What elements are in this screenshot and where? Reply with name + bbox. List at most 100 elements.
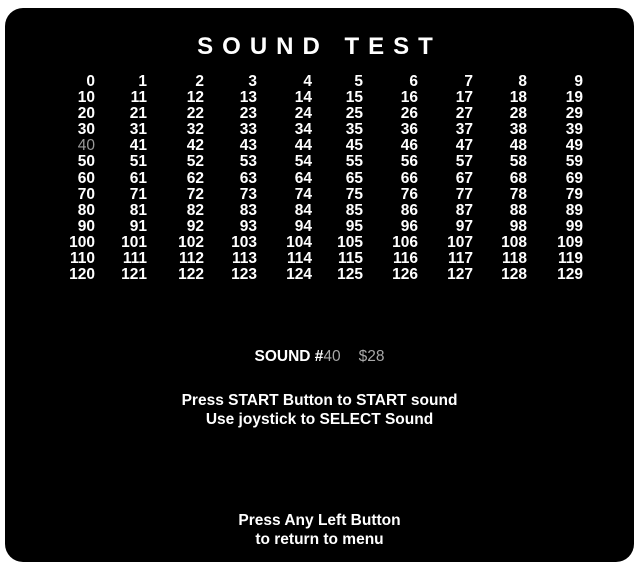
sound-number-31[interactable]: 31 (107, 122, 147, 138)
sound-number-105[interactable]: 105 (323, 234, 363, 251)
sound-number-127[interactable]: 127 (433, 267, 473, 283)
sound-number-42[interactable]: 42 (164, 138, 204, 154)
sound-number-12[interactable]: 12 (164, 90, 204, 106)
sound-number-125[interactable]: 125 (323, 267, 363, 283)
sound-number-47[interactable]: 47 (433, 138, 473, 154)
sound-number-48[interactable]: 48 (487, 138, 527, 154)
sound-number-49[interactable]: 49 (543, 138, 583, 154)
sound-number-25[interactable]: 25 (323, 106, 363, 122)
sound-number-57[interactable]: 57 (433, 154, 473, 170)
sound-number-41[interactable]: 41 (107, 138, 147, 154)
sound-number-34[interactable]: 34 (272, 122, 312, 138)
sound-number-115[interactable]: 115 (323, 251, 363, 267)
sound-number-46[interactable]: 46 (378, 138, 418, 154)
sound-number-58[interactable]: 58 (487, 154, 527, 170)
sound-number-88[interactable]: 88 (487, 202, 527, 219)
sound-number-60[interactable]: 60 (55, 170, 95, 187)
sound-number-104[interactable]: 104 (272, 234, 312, 251)
sound-number-67[interactable]: 67 (433, 170, 473, 187)
sound-number-99[interactable]: 99 (543, 218, 583, 235)
sound-number-74[interactable]: 74 (272, 186, 312, 203)
sound-number-79[interactable]: 79 (543, 186, 583, 203)
sound-number-86[interactable]: 86 (378, 202, 418, 219)
sound-number-78[interactable]: 78 (487, 186, 527, 203)
sound-number-75[interactable]: 75 (323, 186, 363, 203)
sound-number-18[interactable]: 18 (487, 90, 527, 106)
sound-number-3[interactable]: 3 (217, 74, 257, 90)
sound-number-91[interactable]: 91 (107, 218, 147, 235)
sound-number-5[interactable]: 5 (323, 74, 363, 90)
sound-number-38[interactable]: 38 (487, 122, 527, 138)
sound-number-98[interactable]: 98 (487, 218, 527, 235)
sound-number-110[interactable]: 110 (55, 251, 95, 267)
sound-number-118[interactable]: 118 (487, 251, 527, 267)
sound-number-100[interactable]: 100 (55, 234, 95, 251)
sound-number-24[interactable]: 24 (272, 106, 312, 122)
sound-number-55[interactable]: 55 (323, 154, 363, 170)
sound-number-63[interactable]: 63 (217, 170, 257, 187)
sound-number-33[interactable]: 33 (217, 122, 257, 138)
sound-number-121[interactable]: 121 (107, 267, 147, 283)
sound-number-16[interactable]: 16 (378, 90, 418, 106)
sound-number-13[interactable]: 13 (217, 90, 257, 106)
sound-number-15[interactable]: 15 (323, 90, 363, 106)
sound-number-83[interactable]: 83 (217, 202, 257, 219)
sound-number-66[interactable]: 66 (378, 170, 418, 187)
sound-number-29[interactable]: 29 (543, 106, 583, 122)
sound-number-77[interactable]: 77 (433, 186, 473, 203)
sound-number-94[interactable]: 94 (272, 218, 312, 235)
sound-number-112[interactable]: 112 (164, 251, 204, 267)
sound-number-36[interactable]: 36 (378, 122, 418, 138)
sound-number-56[interactable]: 56 (378, 154, 418, 170)
sound-number-4[interactable]: 4 (272, 74, 312, 90)
sound-number-44[interactable]: 44 (272, 138, 312, 154)
sound-number-61[interactable]: 61 (107, 170, 147, 187)
sound-number-103[interactable]: 103 (217, 234, 257, 251)
sound-number-96[interactable]: 96 (378, 218, 418, 235)
sound-number-84[interactable]: 84 (272, 202, 312, 219)
sound-number-117[interactable]: 117 (433, 251, 473, 267)
sound-number-76[interactable]: 76 (378, 186, 418, 203)
sound-number-89[interactable]: 89 (543, 202, 583, 219)
sound-number-59[interactable]: 59 (543, 154, 583, 170)
sound-number-1[interactable]: 1 (107, 74, 147, 90)
sound-number-126[interactable]: 126 (378, 267, 418, 283)
sound-number-6[interactable]: 6 (378, 74, 418, 90)
sound-number-14[interactable]: 14 (272, 90, 312, 106)
sound-number-7[interactable]: 7 (433, 74, 473, 90)
sound-number-8[interactable]: 8 (487, 74, 527, 90)
sound-number-90[interactable]: 90 (55, 218, 95, 235)
sound-number-70[interactable]: 70 (55, 186, 95, 203)
sound-number-101[interactable]: 101 (107, 234, 147, 251)
sound-number-0[interactable]: 0 (55, 74, 95, 90)
sound-number-35[interactable]: 35 (323, 122, 363, 138)
sound-number-2[interactable]: 2 (164, 74, 204, 90)
sound-number-95[interactable]: 95 (323, 218, 363, 235)
sound-number-72[interactable]: 72 (164, 186, 204, 203)
sound-number-93[interactable]: 93 (217, 218, 257, 235)
sound-number-54[interactable]: 54 (272, 154, 312, 170)
sound-number-11[interactable]: 11 (107, 90, 147, 106)
sound-number-39[interactable]: 39 (543, 122, 583, 138)
sound-number-111[interactable]: 111 (107, 251, 147, 267)
sound-number-52[interactable]: 52 (164, 154, 204, 170)
sound-number-120[interactable]: 120 (55, 267, 95, 283)
sound-number-123[interactable]: 123 (217, 267, 257, 283)
sound-number-22[interactable]: 22 (164, 106, 204, 122)
sound-number-28[interactable]: 28 (487, 106, 527, 122)
sound-number-53[interactable]: 53 (217, 154, 257, 170)
sound-number-108[interactable]: 108 (487, 234, 527, 251)
sound-number-64[interactable]: 64 (272, 170, 312, 187)
sound-number-81[interactable]: 81 (107, 202, 147, 219)
sound-number-65[interactable]: 65 (323, 170, 363, 187)
sound-number-87[interactable]: 87 (433, 202, 473, 219)
sound-number-37[interactable]: 37 (433, 122, 473, 138)
sound-number-10[interactable]: 10 (55, 90, 95, 106)
sound-number-92[interactable]: 92 (164, 218, 204, 235)
sound-number-43[interactable]: 43 (217, 138, 257, 154)
sound-number-114[interactable]: 114 (272, 251, 312, 267)
sound-number-68[interactable]: 68 (487, 170, 527, 187)
sound-number-85[interactable]: 85 (323, 202, 363, 219)
sound-number-27[interactable]: 27 (433, 106, 473, 122)
sound-number-122[interactable]: 122 (164, 267, 204, 283)
